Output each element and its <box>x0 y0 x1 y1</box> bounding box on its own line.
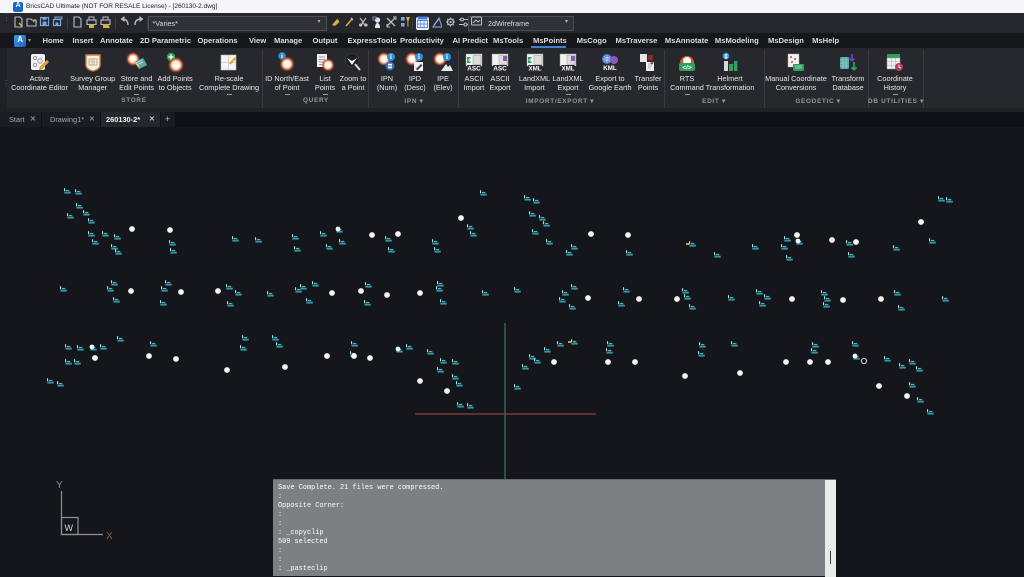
svg-text:W: W <box>65 523 74 533</box>
svg-text:X: X <box>106 531 113 542</box>
svg-text:Y: Y <box>56 480 63 491</box>
svg-text:XML: XML <box>561 66 574 73</box>
